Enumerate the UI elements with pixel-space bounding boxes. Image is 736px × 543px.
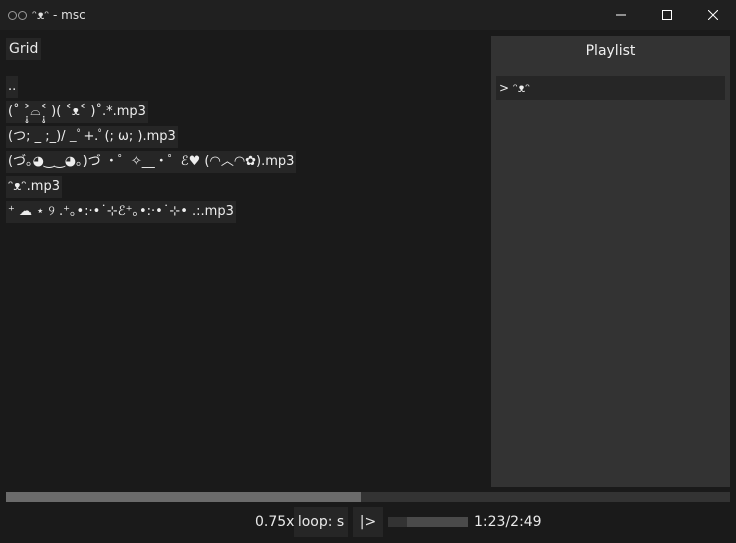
minimize-button[interactable] xyxy=(598,0,644,30)
minimize-icon xyxy=(616,14,626,16)
playback-controls: 0.75x loop: s |> 1:23/2:49 xyxy=(0,507,736,537)
volume-slider[interactable] xyxy=(388,517,468,527)
playlist-panel: Playlist > ᵔᴥᵔ xyxy=(491,36,730,487)
playlist-items: > ᵔᴥᵔ xyxy=(496,76,725,100)
volume-level xyxy=(407,517,468,527)
file-browser: .. (˚ ˃̣̣̥⌓˂̣̣̥ )( ˂ᴥ˂ )˚.*.mp3 (つ; _ ;_… xyxy=(6,76,297,226)
time-label: 1:23/2:49 xyxy=(474,514,542,530)
maximize-button[interactable] xyxy=(644,0,690,30)
window-controls xyxy=(598,0,736,30)
play-button[interactable]: |> xyxy=(353,507,383,537)
file-item[interactable]: ᵔᴥᵔ.mp3 xyxy=(6,176,62,198)
seek-bar[interactable] xyxy=(6,492,730,502)
playlist-header: Playlist xyxy=(585,43,636,59)
maximize-icon xyxy=(662,10,672,20)
playlist-item[interactable]: > ᵔᴥᵔ xyxy=(496,76,725,100)
seek-progress xyxy=(6,492,361,502)
app-icon xyxy=(8,9,28,21)
window-title: ᵔᴥᵔ - msc xyxy=(32,8,86,22)
grid-button[interactable]: Grid xyxy=(6,38,42,60)
main-area: Grid .. (˚ ˃̣̣̥⌓˂̣̣̥ )( ˂ᴥ˂ )˚.*.mp3 (つ;… xyxy=(0,30,736,543)
file-item[interactable]: (つ; _ ;_)/ _ﾟ+.ﾟ(; ω; ).mp3 xyxy=(6,126,178,148)
close-button[interactable] xyxy=(690,0,736,30)
close-icon xyxy=(708,10,718,20)
loop-button[interactable]: loop: s xyxy=(294,507,348,537)
parent-directory-item[interactable]: .. xyxy=(6,76,19,98)
title-bar[interactable]: ᵔᴥᵔ - msc xyxy=(0,0,736,30)
speed-label[interactable]: 0.75x xyxy=(255,507,294,537)
file-item[interactable]: (˚ ˃̣̣̥⌓˂̣̣̥ )( ˂ᴥ˂ )˚.*.mp3 xyxy=(6,101,148,123)
file-item[interactable]: (づ｡◕‿‿◕｡)づ ・゜✧__・゜ℰ♥ (◠︿◠✿).mp3 xyxy=(6,151,297,173)
file-item[interactable]: ⁺ ☁ ⋆ ୨ .⁺｡•:·•˙⊹ℰ⁺｡•:·•˙⊹• .:.mp3 xyxy=(6,201,236,223)
